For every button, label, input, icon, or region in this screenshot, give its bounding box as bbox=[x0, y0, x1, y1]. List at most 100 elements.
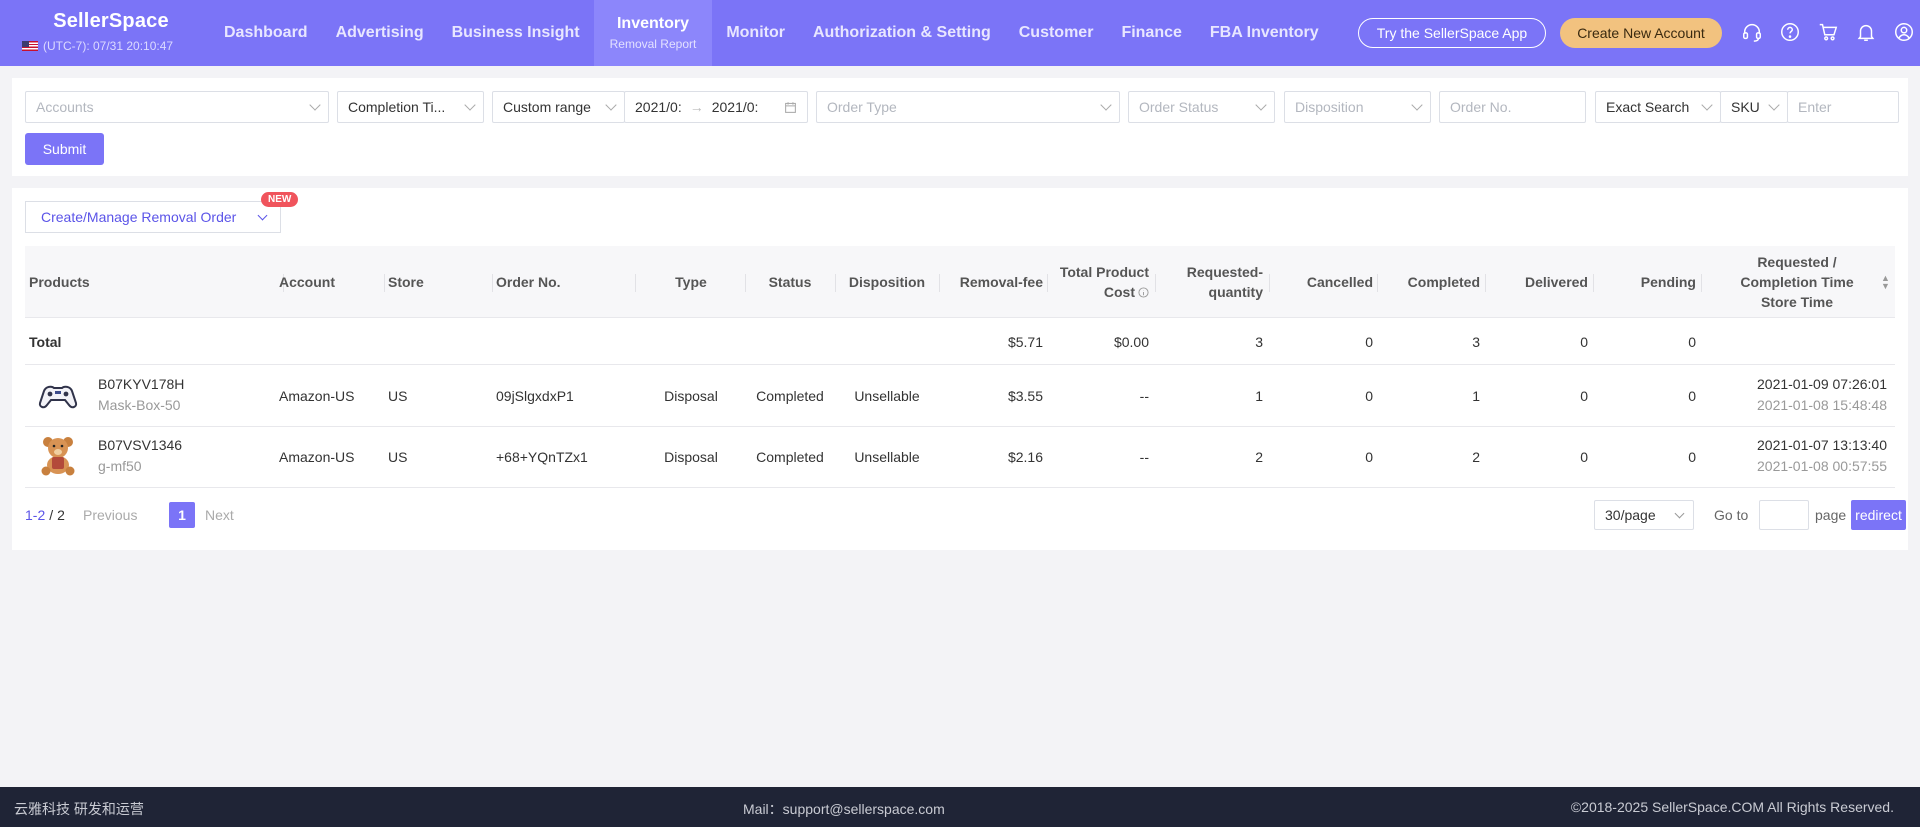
cell-store: US bbox=[388, 449, 408, 465]
cell-status: Completed bbox=[756, 449, 824, 465]
bell-icon[interactable] bbox=[1854, 20, 1878, 44]
sort-icon[interactable]: ▲ ▼ bbox=[1881, 274, 1890, 291]
total-pending: 0 bbox=[1688, 334, 1696, 350]
range-type-value: Custom range bbox=[503, 99, 591, 115]
cell-cancelled: 0 bbox=[1365, 449, 1373, 465]
time-type-select[interactable]: Completion Ti... bbox=[337, 91, 484, 123]
cell-total-cost: -- bbox=[1139, 449, 1149, 465]
nav-finance[interactable]: Finance bbox=[1107, 0, 1195, 66]
try-app-button[interactable]: Try the SellerSpace App bbox=[1358, 18, 1546, 48]
product-sku: Mask-Box-50 bbox=[98, 397, 181, 413]
order-no-input[interactable]: Order No. bbox=[1439, 91, 1586, 123]
chevron-down-icon bbox=[1100, 99, 1112, 111]
clock-text: (UTC-7): 07/31 20:10:47 bbox=[43, 39, 174, 53]
create-account-button[interactable]: Create New Account bbox=[1560, 18, 1722, 48]
cell-completed: 1 bbox=[1472, 388, 1480, 404]
col-account: Account bbox=[279, 274, 335, 290]
col-time[interactable]: Requested / Completion Time Store Time bbox=[1721, 246, 1873, 318]
date-start[interactable]: 2021/0: bbox=[635, 99, 682, 115]
brand-logo[interactable]: SellerSpace bbox=[22, 10, 192, 33]
col-completed: Completed bbox=[1407, 274, 1480, 290]
footer-mail[interactable]: Mail：support@sellerspace.com bbox=[743, 799, 945, 819]
accounts-select[interactable]: Accounts bbox=[25, 91, 329, 123]
cell-pending: 0 bbox=[1688, 388, 1696, 404]
page-size-select[interactable]: 30/page bbox=[1594, 500, 1694, 530]
nav-label: FBA Inventory bbox=[1209, 24, 1319, 41]
nav-monitor[interactable]: Monitor bbox=[712, 0, 799, 66]
headset-icon[interactable] bbox=[1740, 20, 1764, 44]
col-requested-line2: quantity bbox=[1208, 284, 1263, 300]
search-mode-select[interactable]: Exact Search bbox=[1595, 91, 1721, 123]
chevron-down-icon bbox=[1255, 99, 1267, 111]
order-status-placeholder: Order Status bbox=[1139, 99, 1219, 115]
total-completed: 3 bbox=[1472, 334, 1480, 350]
cell-completion-time: 2021-01-09 07:26:01 bbox=[1757, 376, 1887, 392]
nav-inventory[interactable]: Inventory Removal Report bbox=[593, 0, 713, 66]
goto-page-input[interactable] bbox=[1759, 500, 1809, 530]
cell-type: Disposal bbox=[664, 388, 718, 404]
order-status-select[interactable]: Order Status bbox=[1128, 91, 1275, 123]
cell-total-cost: -- bbox=[1139, 388, 1149, 404]
product-asin[interactable]: B07VSV1346 bbox=[98, 436, 182, 454]
col-requested-line1: Requested- bbox=[1186, 264, 1263, 280]
nav-business-insight[interactable]: Business Insight bbox=[438, 0, 594, 66]
range-type-select[interactable]: Custom range bbox=[492, 91, 625, 123]
help-icon[interactable] bbox=[1778, 20, 1802, 44]
search-input[interactable]: Enter bbox=[1787, 91, 1899, 123]
nav-fba-inventory[interactable]: FBA Inventory bbox=[1196, 0, 1333, 66]
col-disposition: Disposition bbox=[848, 274, 926, 290]
nav-dashboard[interactable]: Dashboard bbox=[210, 0, 322, 66]
nav-label: Business Insight bbox=[451, 24, 580, 41]
teddy-bear-icon[interactable] bbox=[38, 435, 78, 476]
search-placeholder: Enter bbox=[1798, 99, 1832, 115]
page-slash: / bbox=[49, 507, 54, 523]
disposition-placeholder: Disposition bbox=[1295, 99, 1364, 115]
info-icon[interactable] bbox=[1138, 286, 1149, 298]
accounts-placeholder: Accounts bbox=[36, 99, 94, 115]
cell-order-no[interactable]: +68+YQnTZx1 bbox=[496, 427, 588, 487]
cart-icon[interactable] bbox=[1816, 20, 1840, 44]
chevron-down-icon bbox=[1768, 99, 1780, 111]
submit-button[interactable]: Submit bbox=[25, 133, 104, 165]
nav-label: Inventory bbox=[616, 15, 689, 32]
total-label: Total bbox=[29, 334, 62, 350]
user-icon[interactable] bbox=[1892, 20, 1916, 44]
disposition-select[interactable]: Disposition bbox=[1284, 91, 1431, 123]
time-type-value: Completion Ti... bbox=[348, 99, 446, 115]
page-number-1[interactable]: 1 bbox=[169, 502, 195, 528]
cell-delivered: 0 bbox=[1580, 449, 1588, 465]
cell-requested: 1 bbox=[1255, 388, 1263, 404]
previous-page-button[interactable]: Previous bbox=[83, 500, 137, 530]
nav-advertising[interactable]: Advertising bbox=[322, 0, 438, 66]
redirect-button[interactable]: redirect bbox=[1851, 500, 1906, 530]
nav-label: Monitor bbox=[726, 24, 785, 41]
removal-report-panel: Create/Manage Removal Order NEW Products… bbox=[12, 188, 1908, 550]
cell-store: US bbox=[388, 388, 408, 404]
date-range-picker[interactable]: 2021/0: → 2021/0: bbox=[624, 91, 808, 123]
cell-order-no[interactable]: 09jSlgxdxP1 bbox=[496, 366, 574, 426]
col-cancelled: Cancelled bbox=[1306, 274, 1373, 290]
manage-removal-order-button[interactable]: Create/Manage Removal Order bbox=[25, 201, 281, 233]
cell-removal-fee: $3.55 bbox=[1007, 388, 1043, 404]
product-asin[interactable]: B07KYV178H bbox=[98, 375, 184, 393]
cell-store-time: 2021-01-08 15:48:48 bbox=[1757, 397, 1887, 413]
chevron-down-icon bbox=[1674, 508, 1685, 519]
next-page-button[interactable]: Next bbox=[205, 500, 234, 530]
nav-customer[interactable]: Customer bbox=[1005, 0, 1108, 66]
order-type-select[interactable]: Order Type bbox=[816, 91, 1120, 123]
cell-removal-fee: $2.16 bbox=[1007, 449, 1043, 465]
brand-block: SellerSpace (UTC-7): 07/31 20:10:47 bbox=[22, 10, 192, 53]
gamepad-icon[interactable] bbox=[38, 376, 78, 416]
date-end[interactable]: 2021/0: bbox=[712, 99, 759, 115]
cell-account: Amazon-US bbox=[279, 449, 355, 465]
table-total-row: Total $5.71 $0.00 3 0 3 0 0 bbox=[25, 319, 1895, 365]
chevron-down-icon bbox=[1411, 99, 1423, 111]
cell-type: Disposal bbox=[664, 449, 718, 465]
page-summary: 1-2 / 2 bbox=[25, 500, 65, 530]
nav-label: Customer bbox=[1018, 24, 1094, 41]
nav-authorization-setting[interactable]: Authorization & Setting bbox=[799, 0, 1005, 66]
page-total: 2 bbox=[57, 507, 65, 523]
cell-completion-time: 2021-01-07 13:13:40 bbox=[1757, 437, 1887, 453]
search-field-select[interactable]: SKU bbox=[1720, 91, 1788, 123]
col-type: Type bbox=[675, 274, 707, 290]
